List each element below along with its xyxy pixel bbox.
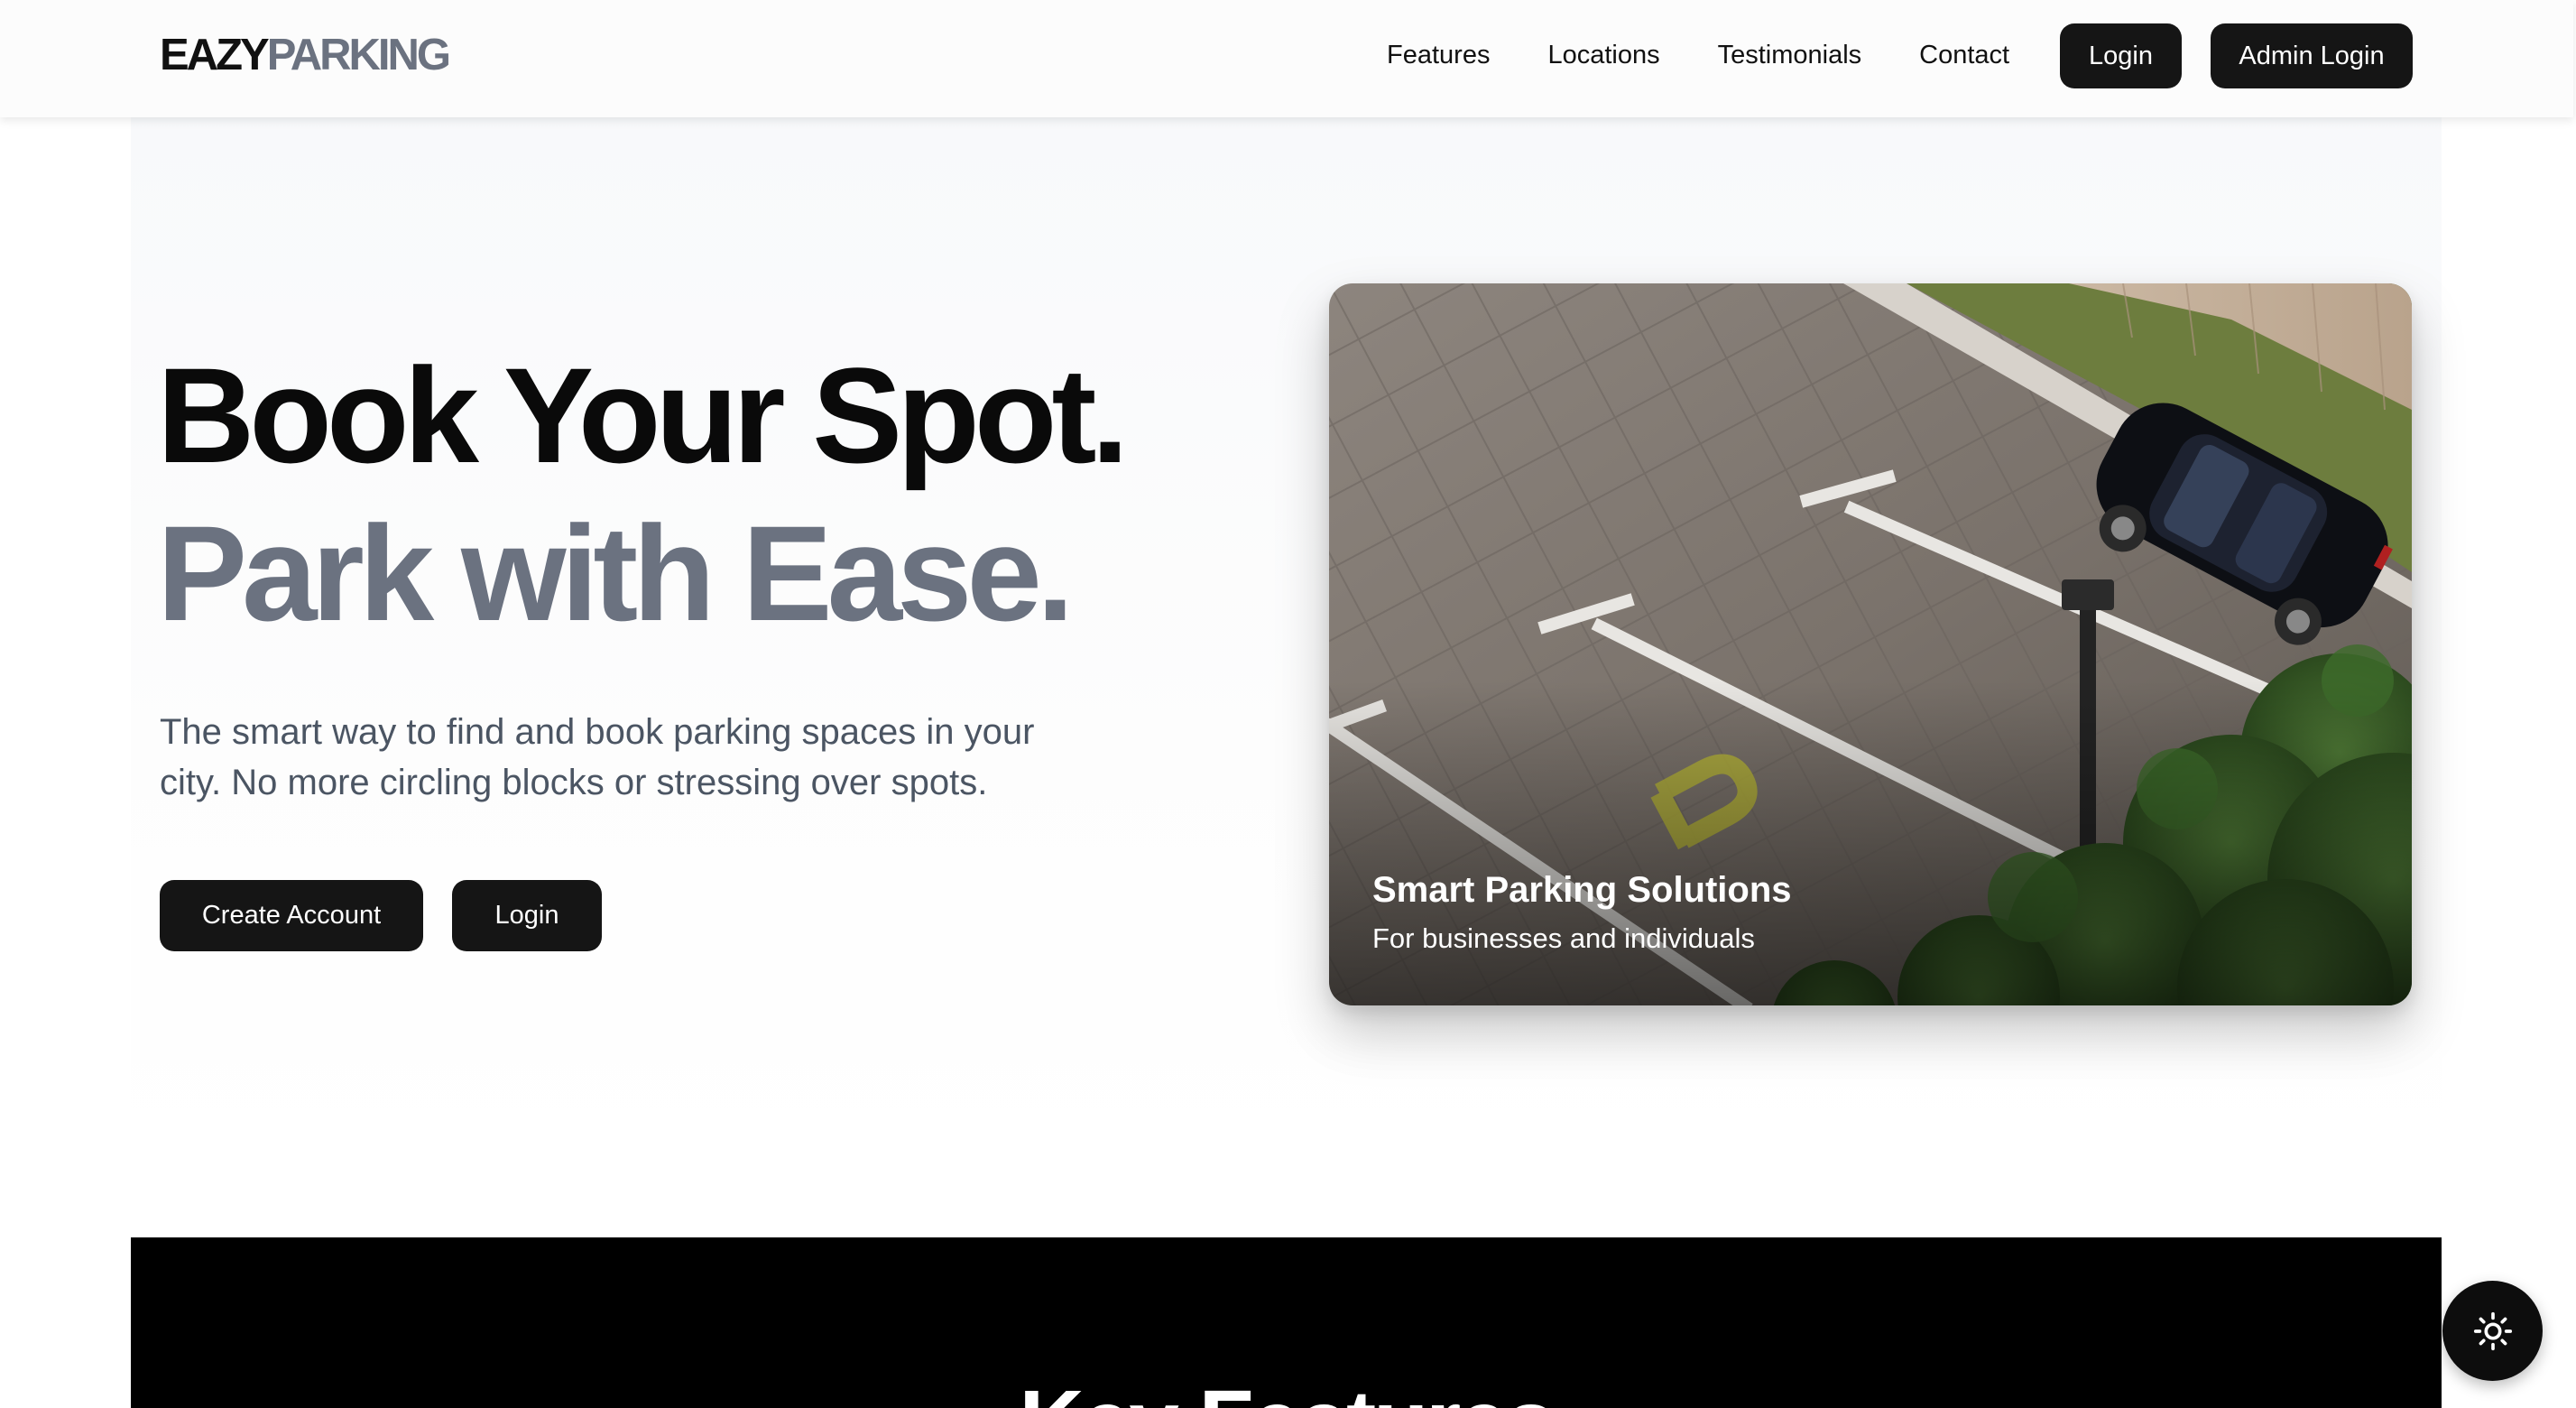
brand-logo[interactable]: EAZYPARKING bbox=[160, 28, 451, 82]
theme-toggle-button[interactable] bbox=[2442, 1281, 2543, 1381]
nav-link-locations[interactable]: Locations bbox=[1547, 42, 1659, 69]
sun-icon bbox=[2473, 1311, 2512, 1350]
navbar: EAZYPARKING Features Locations Testimoni… bbox=[0, 0, 2573, 117]
hero-subtext: The smart way to find and book parking s… bbox=[160, 712, 1035, 802]
nav-link-contact[interactable]: Contact bbox=[1919, 42, 2009, 69]
hero-image-card: Smart Parking Solutions For businesses a… bbox=[1329, 283, 2412, 1005]
hero-login-button[interactable]: Login bbox=[452, 880, 602, 951]
nav-link-features[interactable]: Features bbox=[1387, 42, 1490, 69]
features-title: Key Features bbox=[131, 1377, 2442, 1408]
brand-logo-part2: PARKING bbox=[266, 31, 451, 79]
nav-admin-login-button[interactable]: Admin Login bbox=[2211, 23, 2413, 88]
brand-logo-part1: EAZY bbox=[160, 31, 270, 79]
image-card-subtitle: For businesses and individuals bbox=[1372, 922, 1755, 954]
nav-login-button[interactable]: Login bbox=[2060, 23, 2182, 88]
hero-headline-primary: Book Your Spot. bbox=[157, 339, 1129, 491]
nav-link-testimonials[interactable]: Testimonials bbox=[1718, 42, 1862, 69]
features-section: Key Features bbox=[131, 1237, 2442, 1408]
image-card-title: Smart Parking Solutions bbox=[1372, 870, 1792, 910]
hero-headline-secondary: Park with Ease. bbox=[157, 497, 1075, 649]
create-account-button[interactable]: Create Account bbox=[160, 880, 423, 951]
